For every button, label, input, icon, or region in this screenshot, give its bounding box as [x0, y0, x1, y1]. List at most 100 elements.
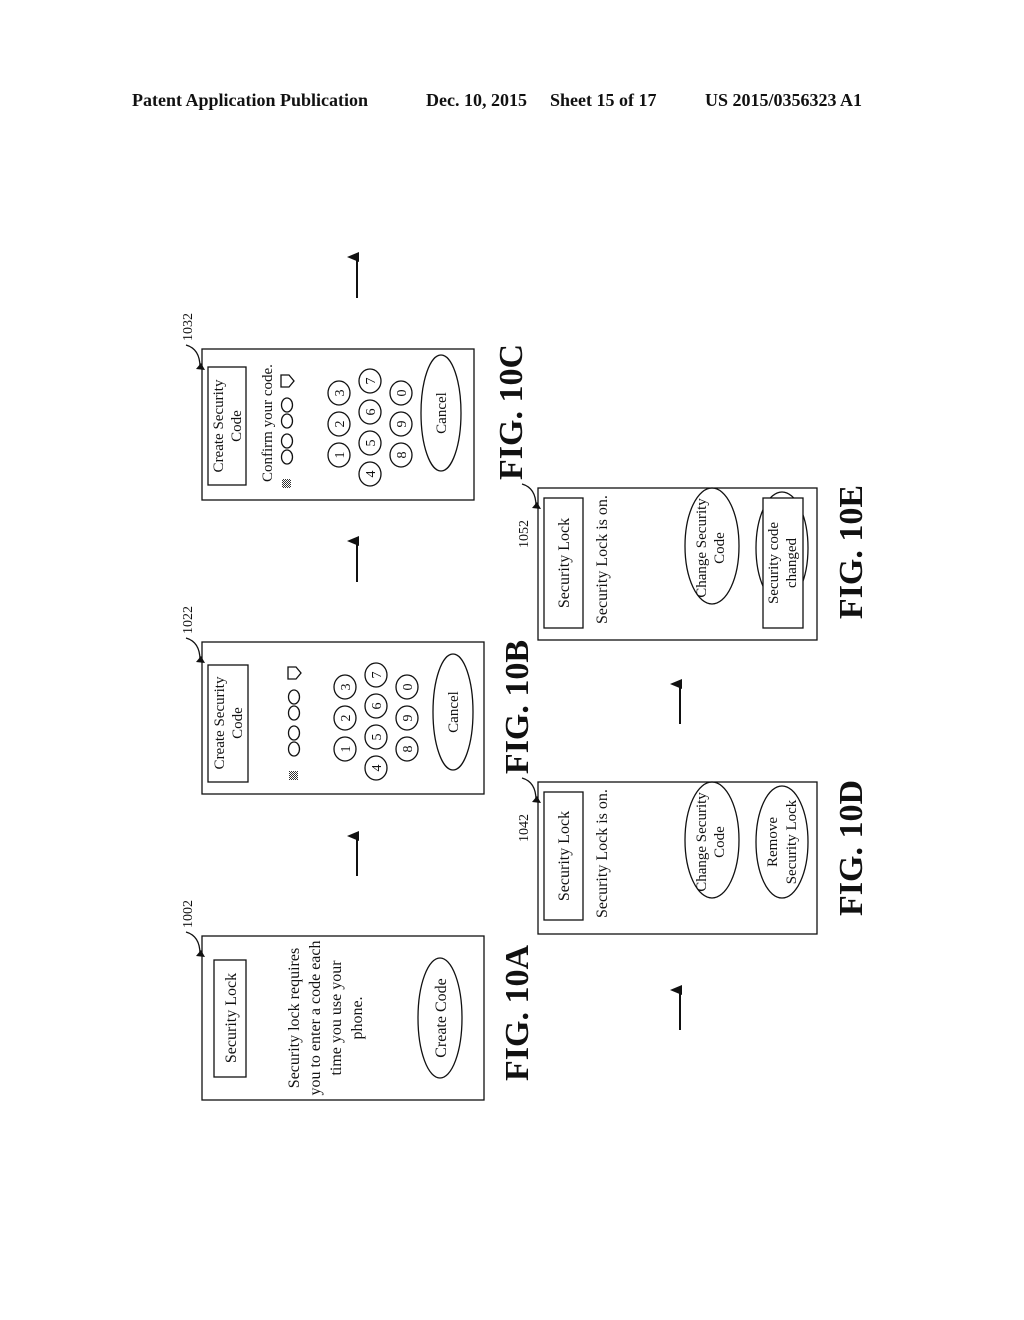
screen-title-line-2: Code: [229, 410, 245, 442]
pin-slot-icon: [287, 705, 301, 721]
keypad-key-8[interactable]: 8: [389, 442, 413, 468]
keypad-key-5[interactable]: 5: [364, 724, 388, 750]
change-security-code-button[interactable]: Change Security Code: [684, 487, 740, 605]
leader-arrowhead-icon: [196, 950, 205, 957]
keypad-key-0[interactable]: 0: [389, 380, 413, 406]
security-code-changed-toast: Security code changed: [755, 491, 809, 629]
button-label-line-1: Change Security: [694, 498, 710, 598]
key-digit: 4: [370, 765, 385, 772]
backspace-icon[interactable]: [280, 374, 295, 388]
keypad-key-4[interactable]: 4: [358, 461, 382, 487]
reference-number: 1032: [181, 313, 196, 341]
cancel-button[interactable]: Cancel: [420, 354, 462, 472]
reference-number: 1052: [517, 520, 532, 548]
leader-arrowhead-icon: [532, 502, 541, 509]
button-label-line-2: Code: [712, 826, 728, 858]
pin-entry-row: [287, 666, 302, 780]
reference-number: 1022: [181, 606, 196, 634]
figure-10e: 1052 Security Lock Security Lock is on. …: [517, 483, 870, 641]
screen-title-line-1: Create Security: [211, 379, 227, 472]
keypad-key-7[interactable]: 7: [358, 368, 382, 394]
reference-leader-icon: [185, 344, 201, 368]
key-digit: 1: [339, 746, 354, 753]
keypad-key-8[interactable]: 8: [395, 736, 419, 762]
leader-arrowhead-icon: [532, 796, 541, 803]
body-line-2: you to enter a code each: [307, 940, 324, 1095]
button-label: Cancel: [434, 392, 450, 434]
create-code-button[interactable]: Create Code: [417, 957, 463, 1079]
body-line-4: phone.: [349, 996, 366, 1039]
screen-title-line-1: Create Security: [212, 676, 228, 769]
pin-slot-icon: [287, 741, 301, 757]
keypad-key-3[interactable]: 3: [333, 674, 357, 700]
keypad: 1 2 3 4 5 6 7 8 9 0: [333, 662, 419, 781]
cancel-button[interactable]: Cancel: [432, 653, 474, 771]
key-digit: 5: [370, 734, 385, 741]
figure-label: FIG. 10D: [833, 780, 870, 916]
keypad-key-4[interactable]: 4: [364, 755, 388, 781]
change-security-code-button[interactable]: Change Security Code: [684, 781, 740, 899]
pin-slot-icon: [280, 433, 294, 449]
keypad-key-2[interactable]: 2: [327, 411, 351, 437]
button-label: Create Code: [433, 978, 450, 1058]
keypad-key-7[interactable]: 7: [364, 662, 388, 688]
keypad-key-9[interactable]: 9: [389, 411, 413, 437]
key-digit: 3: [339, 684, 354, 691]
keypad-key-6[interactable]: 6: [358, 399, 382, 425]
reference-number: 1002: [181, 900, 196, 928]
reference-number: 1042: [517, 814, 532, 842]
keypad-key-9[interactable]: 9: [395, 705, 419, 731]
reference-leader-icon: [185, 637, 201, 661]
button-label-line-1: Remove: [765, 817, 781, 867]
figure-10a: 1002 Security Lock Security lock require…: [181, 900, 536, 1101]
button-label-line-2: Code: [712, 532, 728, 564]
leader-arrowhead-icon: [196, 656, 205, 663]
pin-slot-icon: [287, 689, 301, 705]
keypad-key-1[interactable]: 1: [327, 442, 351, 468]
figure-label: FIG. 10B: [499, 640, 536, 774]
pin-slot-icon: [280, 449, 294, 465]
keypad-key-2[interactable]: 2: [333, 705, 357, 731]
lock-status: Security Lock is on.: [594, 495, 611, 624]
figure-label: FIG. 10E: [833, 485, 870, 619]
keypad-key-6[interactable]: 6: [364, 693, 388, 719]
figure-10b: 1022 Create Security Code 1 2 3 4 5 6 7 8 9 0 Can…: [181, 606, 536, 795]
keypad-key-0[interactable]: 0: [395, 674, 419, 700]
keypad-key-5[interactable]: 5: [358, 430, 382, 456]
reference-leader-icon: [521, 483, 537, 507]
figure-label: FIG. 10A: [499, 945, 536, 1081]
remove-security-lock-button[interactable]: Remove Security Lock: [755, 785, 809, 899]
key-digit: 7: [364, 378, 379, 385]
backspace-icon[interactable]: [287, 666, 302, 680]
body-line-3: time you use your: [328, 960, 345, 1076]
screen-title: Security Lock: [556, 811, 573, 901]
key-digit: 9: [395, 421, 410, 428]
key-digit: 5: [364, 440, 379, 447]
keyboard-toggle-icon[interactable]: [289, 771, 298, 780]
toast-line-2: changed: [784, 538, 800, 588]
screen-title: Security Lock: [556, 518, 573, 608]
key-digit: 6: [370, 703, 385, 710]
key-digit: 8: [395, 452, 410, 459]
pin-slot-icon: [280, 397, 294, 413]
keyboard-toggle-icon[interactable]: [282, 479, 291, 488]
keypad: 1 2 3 4 5 6 7 8 9 0: [327, 368, 413, 487]
reference-leader-icon: [185, 931, 201, 955]
toast-line-1: Security code: [766, 522, 782, 604]
figure-label: FIG. 10C: [493, 344, 530, 480]
figure-sheet: 1002 Security Lock Security lock require…: [181, 252, 870, 1101]
screen-title-line-2: Code: [230, 707, 246, 739]
key-digit: 0: [395, 390, 410, 397]
keypad-key-1[interactable]: 1: [333, 736, 357, 762]
button-label-line-2: Security Lock: [784, 799, 800, 884]
leader-arrowhead-icon: [196, 363, 205, 370]
key-digit: 8: [401, 746, 416, 753]
pin-slot-icon: [287, 725, 301, 741]
confirm-prompt: Confirm your code.: [260, 364, 276, 482]
button-label: Cancel: [446, 691, 462, 733]
pin-slot-icon: [280, 413, 294, 429]
key-digit: 3: [333, 390, 348, 397]
figure-10d: 1042 Security Lock Security Lock is on. …: [517, 777, 870, 935]
keypad-key-3[interactable]: 3: [327, 380, 351, 406]
key-digit: 7: [370, 672, 385, 679]
